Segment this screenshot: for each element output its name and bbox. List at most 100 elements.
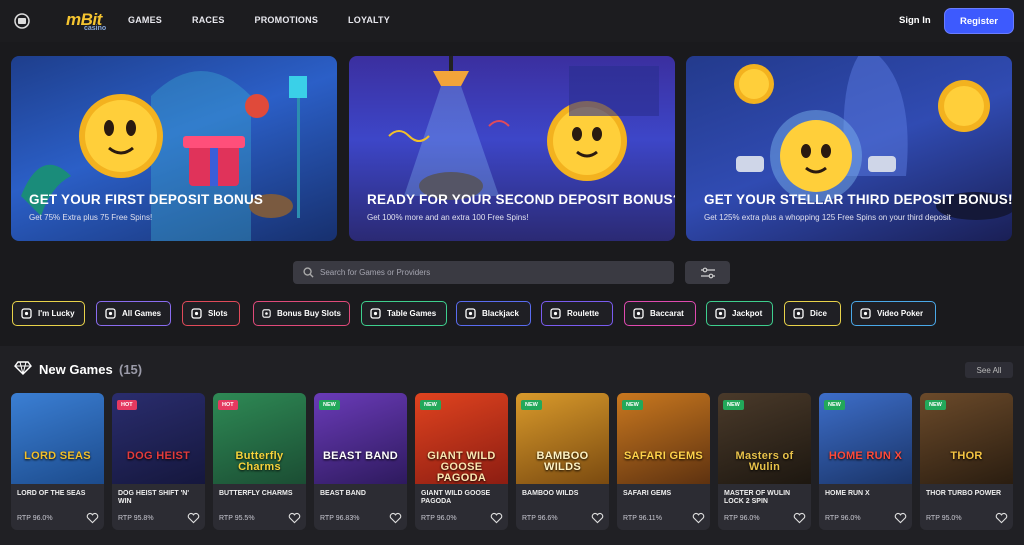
game-rtp: RTP 96.0% (17, 515, 53, 522)
category-label: Baccarat (650, 309, 684, 318)
game-rtp: RTP 95.8% (118, 515, 154, 522)
poker-chip-icon (860, 308, 871, 319)
nav-races[interactable]: RACES (192, 15, 225, 25)
nav-promotions[interactable]: PROMOTIONS (255, 15, 319, 25)
game-card[interactable]: HOME RUN X NEW HOME RUN X RTP 96.0% (819, 393, 912, 530)
category-label: Dice (810, 309, 827, 318)
category-i-m-lucky[interactable]: I'm Lucky (12, 301, 85, 326)
category-all-games[interactable]: All Games (96, 301, 171, 326)
new-badge: NEW (420, 400, 441, 410)
game-rtp: RTP 96.0% (825, 515, 861, 522)
table-icon (370, 308, 381, 319)
promo-banner-second-deposit[interactable]: READY FOR YOUR SECOND DEPOSIT BONUS? Get… (349, 56, 675, 241)
nav-games[interactable]: GAMES (128, 15, 162, 25)
favorite-heart-icon[interactable] (187, 512, 200, 524)
game-card[interactable]: THOR NEW THOR TURBO POWER RTP 95.0% (920, 393, 1013, 530)
nav-loyalty[interactable]: LOYALTY (348, 15, 390, 25)
cards-icon (105, 308, 116, 319)
top-header: mBit casino GAMES RACES PROMOTIONS LOYAL… (0, 0, 1024, 42)
new-badge: NEW (622, 400, 643, 410)
game-rtp: RTP 96.6% (522, 515, 558, 522)
search-input[interactable] (320, 268, 650, 277)
game-title: BEAST BAND (320, 490, 366, 497)
favorite-heart-icon[interactable] (692, 512, 705, 524)
diamond-icon (14, 361, 32, 375)
game-card[interactable]: BEAST BAND NEW BEAST BAND RTP 96.83% (314, 393, 407, 530)
game-art-logo: GIANT WILD GOOSE PAGODA (427, 450, 496, 484)
game-art-logo: Butterfly Charms (235, 450, 284, 473)
sign-in-link[interactable]: Sign In (899, 15, 931, 26)
banner-subtitle: Get 75% Extra plus 75 Free Spins! (29, 213, 153, 222)
category-label: Video Poker (877, 309, 924, 318)
favorite-heart-icon[interactable] (288, 512, 301, 524)
game-art-logo: THOR (950, 450, 983, 462)
game-art-logo: LORD SEAS (24, 450, 91, 462)
game-card[interactable]: GIANT WILD GOOSE PAGODA NEW GIANT WILD GOO… (415, 393, 508, 530)
favorite-heart-icon[interactable] (894, 512, 907, 524)
category-roulette[interactable]: Roulette (541, 301, 613, 326)
banner-title: GET YOUR FIRST DEPOSIT BONUS (29, 192, 264, 207)
slot-777-icon (191, 308, 202, 319)
game-art-logo: HOME RUN X (828, 450, 903, 462)
game-art-logo: SAFARI GEMS (623, 450, 704, 462)
section-count: (15) (119, 362, 143, 377)
game-title: MASTER OF WULIN LOCK 2 SPIN (724, 490, 791, 505)
game-rtp: RTP 96.11% (623, 515, 662, 522)
hot-badge: HOT (218, 400, 238, 410)
banner-subtitle: Get 125% extra plus a whopping 125 Free … (704, 213, 951, 222)
main-nav: GAMES RACES PROMOTIONS LOYALTY (128, 15, 420, 25)
promo-banner-first-deposit[interactable]: GET YOUR FIRST DEPOSIT BONUS Get 75% Ext… (11, 56, 337, 241)
game-card[interactable]: LORD SEAS LORD OF THE SEAS RTP 96.0% (11, 393, 104, 530)
new-badge: NEW (723, 400, 744, 410)
category-slots[interactable]: Slots (182, 301, 240, 326)
game-title: SAFARI GEMS (623, 490, 672, 497)
favorite-heart-icon[interactable] (995, 512, 1008, 524)
playing-card-icon (465, 308, 476, 319)
banner-title: GET YOUR STELLAR THIRD DEPOSIT BONUS! (704, 192, 1012, 207)
category-label: I'm Lucky (38, 309, 75, 318)
category-dice[interactable]: Dice (784, 301, 841, 326)
category-bonus-buy-slots[interactable]: Bonus Buy Slots (253, 301, 350, 326)
game-rtp: RTP 96.83% (320, 515, 360, 522)
category-label: Slots (208, 309, 228, 318)
category-label: Blackjack (482, 309, 519, 318)
category-blackjack[interactable]: Blackjack (456, 301, 531, 326)
site-logo[interactable]: mBit casino (66, 10, 106, 32)
game-search-bar[interactable] (293, 261, 674, 284)
logo-subtext: casino (84, 25, 107, 32)
new-badge: NEW (521, 400, 542, 410)
game-title: GIANT WILD GOOSE PAGODA (421, 490, 491, 505)
game-rtp: RTP 95.5% (219, 515, 255, 522)
promo-banner-third-deposit[interactable]: GET YOUR STELLAR THIRD DEPOSIT BONUS! Ge… (686, 56, 1012, 241)
favorite-heart-icon[interactable] (86, 512, 99, 524)
game-art-logo: Masters of Wulin (735, 450, 794, 473)
search-icon (303, 267, 314, 278)
category-jackpot[interactable]: Jackpot (706, 301, 773, 326)
category-label: All Games (122, 309, 162, 318)
favorite-heart-icon[interactable] (793, 512, 806, 524)
game-rtp: RTP 95.0% (926, 515, 962, 522)
register-button[interactable]: Register (944, 8, 1014, 34)
favorite-heart-icon[interactable] (389, 512, 402, 524)
see-all-button[interactable]: See All (965, 362, 1013, 378)
category-baccarat[interactable]: Baccarat (624, 301, 696, 326)
menu-icon[interactable] (12, 11, 32, 31)
banner-title: READY FOR YOUR SECOND DEPOSIT BONUS? (367, 192, 675, 207)
filter-button[interactable] (685, 261, 730, 284)
game-rtp: RTP 96.0% (724, 515, 760, 522)
category-table-games[interactable]: Table Games (361, 301, 447, 326)
category-video-poker[interactable]: Video Poker (851, 301, 936, 326)
game-card[interactable]: SAFARI GEMS NEW SAFARI GEMS RTP 96.11% (617, 393, 710, 530)
favorite-heart-icon[interactable] (490, 512, 503, 524)
game-card[interactable]: DOG HEIST HOT DOG HEIST SHIFT 'N' WIN RTP 9… (112, 393, 205, 530)
game-card[interactable]: BAMBOO WILDS NEW BAMBOO WILDS RTP 96.6% (516, 393, 609, 530)
game-title: LORD OF THE SEAS (17, 490, 86, 497)
game-card[interactable]: Masters of Wulin NEW MASTER OF WULIN LOCK … (718, 393, 811, 530)
section-title: New Games (39, 362, 113, 377)
dice-icon (793, 308, 804, 319)
favorite-heart-icon[interactable] (591, 512, 604, 524)
hot-badge: HOT (117, 400, 137, 410)
game-title: BAMBOO WILDS (522, 490, 579, 497)
category-label: Bonus Buy Slots (276, 309, 341, 318)
game-card[interactable]: Butterfly Charms HOT BUTTERFLY CHARMS RTP 9… (213, 393, 306, 530)
